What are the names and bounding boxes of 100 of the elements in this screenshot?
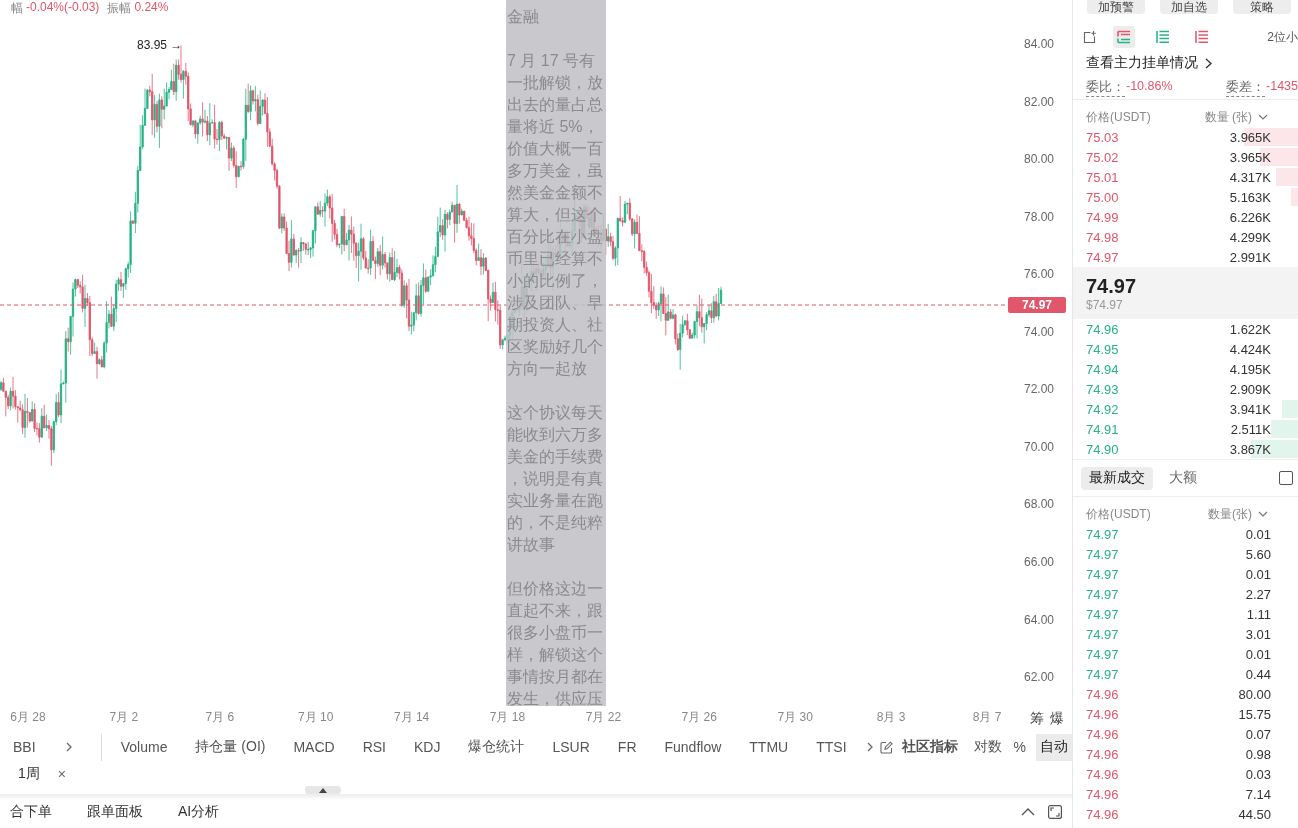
bid-row[interactable]: 74.92 3.941K: [1073, 399, 1298, 419]
note-paragraph: 这个协议每天能收到六万多美金的手续费，说明是有真实业务量在跑的，不是纯粹讲故事: [507, 403, 604, 555]
action-button[interactable]: 策略: [1233, 0, 1291, 14]
trade-amount: 0.01: [1245, 566, 1271, 582]
trade-price: 74.97: [1086, 626, 1119, 642]
add-button[interactable]: [1083, 30, 1096, 44]
date-axis-label: 7月 26: [681, 710, 717, 724]
price-axis-label: 68.00: [1024, 497, 1054, 512]
bid-row[interactable]: 74.90 3.867K: [1073, 439, 1298, 459]
column-header: 价格(USDT): [1086, 108, 1151, 126]
chevron-right-icon: [1205, 57, 1212, 69]
bid-row[interactable]: 74.95 4.424K: [1073, 339, 1298, 359]
interval-label: 1周: [18, 765, 40, 783]
bid-row[interactable]: 74.91 2.511K: [1073, 419, 1298, 439]
close-button[interactable]: ×: [57, 766, 66, 782]
indicator-tab[interactable]: TTSI: [816, 739, 847, 755]
high-price-label: 83.95 →: [137, 38, 183, 52]
stat-label: 幅: [11, 0, 23, 17]
bottom-tab[interactable]: 跟单面板: [87, 803, 143, 821]
bid-price: 74.92: [1086, 401, 1119, 417]
bottom-tab[interactable]: 合下单: [10, 803, 52, 821]
panel-handle[interactable]: [305, 786, 341, 794]
price-axis-label: 70.00: [1024, 439, 1054, 454]
trade-price: 74.97: [1086, 666, 1119, 682]
checkbox[interactable]: [1279, 471, 1293, 485]
indicator-tab[interactable]: Fundflow: [664, 739, 722, 755]
indicator-tab[interactable]: 爆仓统计: [468, 738, 525, 756]
trade-amount: 15.75: [1238, 706, 1271, 722]
indicator-tab[interactable]: BBI: [13, 739, 36, 755]
price-axis-label: 74.00: [1024, 324, 1054, 339]
scale-option[interactable]: 对数: [971, 733, 1004, 761]
ratio-label: 委比：: [1086, 78, 1125, 97]
bid-row[interactable]: 74.94 4.195K: [1073, 359, 1298, 379]
ask-row[interactable]: 74.98 4.299K: [1073, 227, 1298, 247]
ask-price: 74.97: [1086, 249, 1119, 265]
scale-option[interactable]: %: [1011, 733, 1028, 761]
bid-row[interactable]: 74.96 1.622K: [1073, 319, 1298, 339]
action-button[interactable]: 加预警: [1087, 0, 1145, 14]
main-orders-link[interactable]: 查看主力挂单情况: [1086, 53, 1298, 73]
indicator-tab[interactable]: 持仓量 (OI): [195, 738, 266, 756]
scale-option[interactable]: 自动: [1036, 733, 1072, 761]
indicator-tab[interactable]: Volume: [120, 739, 168, 755]
bid-amount: 4.424K: [1229, 341, 1271, 357]
date-axis-label: 7月 22: [585, 710, 622, 724]
column-header[interactable]: 数量 (张): [1204, 108, 1252, 126]
ask-amount: 6.226K: [1229, 209, 1271, 225]
community-indicators-button[interactable]: 社区指标: [901, 738, 958, 756]
price-axis-label: 84.00: [1024, 37, 1054, 51]
date-axis-label: 7月 2: [109, 710, 139, 724]
ask-row[interactable]: 75.01 4.317K: [1073, 167, 1298, 187]
bid-row[interactable]: 74.93 2.909K: [1073, 379, 1298, 399]
trade-amount: 1.11: [1246, 606, 1271, 622]
trade-price: 74.96: [1086, 686, 1119, 702]
precision-selector[interactable]: 2位小: [1267, 28, 1298, 46]
column-header[interactable]: 数量(张): [1208, 505, 1252, 523]
view-mode-button[interactable]: [1113, 26, 1135, 48]
indicator-tab[interactable]: KDJ: [414, 739, 441, 755]
date-axis-label: 7月 14: [393, 710, 430, 724]
bid-price: 74.90: [1086, 441, 1119, 457]
chart-toggle[interactable]: 筹: [1030, 710, 1044, 726]
bid-price: 74.94: [1086, 361, 1119, 377]
trade-tab[interactable]: 最新成交: [1081, 466, 1153, 490]
bid-amount: 1.622K: [1229, 321, 1271, 337]
price-axis-label: 72.00: [1024, 382, 1054, 397]
bid-amount: 4.195K: [1229, 361, 1271, 377]
date-axis-label: 6月 28: [10, 710, 46, 724]
trade-price: 74.96: [1086, 706, 1119, 722]
trade-amount: 7.14: [1245, 786, 1271, 802]
ask-row[interactable]: 75.00 5.163K: [1073, 187, 1298, 207]
bid-price: 74.91: [1086, 421, 1119, 437]
bid-price: 74.96: [1086, 321, 1119, 337]
indicator-tab[interactable]: TTMU: [749, 739, 789, 755]
trade-price: 74.96: [1086, 766, 1119, 782]
indicator-tab[interactable]: FR: [617, 739, 637, 755]
stat-value: 0.24%: [134, 0, 169, 16]
date-axis-label: 8月 3: [876, 710, 906, 724]
trade-amount: 3.01: [1245, 626, 1271, 642]
indicator-tab[interactable]: MACD: [293, 739, 335, 755]
last-price: 74.97: [1086, 273, 1138, 298]
chart-toggle[interactable]: 爆: [1050, 710, 1064, 726]
price-tag: 74.97: [1008, 297, 1066, 313]
ask-row[interactable]: 75.02 3.965K: [1073, 147, 1298, 167]
trade-tab[interactable]: 大额: [1161, 466, 1205, 490]
trade-amount: 80.00: [1238, 686, 1271, 702]
indicator-tab[interactable]: LSUR: [552, 739, 590, 755]
bottom-tab[interactable]: AI分析: [178, 803, 220, 821]
ask-row[interactable]: 74.97 2.991K: [1073, 247, 1298, 267]
list-icon: [1195, 30, 1209, 44]
trade-amount: 5.60: [1245, 546, 1271, 562]
trade-amount: 0.98: [1245, 746, 1271, 762]
trade-amount: 0.44: [1245, 666, 1271, 682]
ask-amount: 2.991K: [1229, 249, 1271, 265]
ask-row[interactable]: 74.99 6.226K: [1073, 207, 1298, 227]
action-button[interactable]: 加自选: [1160, 0, 1218, 14]
ask-amount: 4.317K: [1229, 169, 1271, 185]
caret-up-icon: [319, 787, 327, 793]
ask-row[interactable]: 75.03 3.965K: [1073, 127, 1298, 147]
indicator-tab[interactable]: RSI: [362, 739, 386, 755]
bid-amount: 2.909K: [1229, 381, 1271, 397]
date-axis-label: 7月 6: [205, 710, 235, 724]
